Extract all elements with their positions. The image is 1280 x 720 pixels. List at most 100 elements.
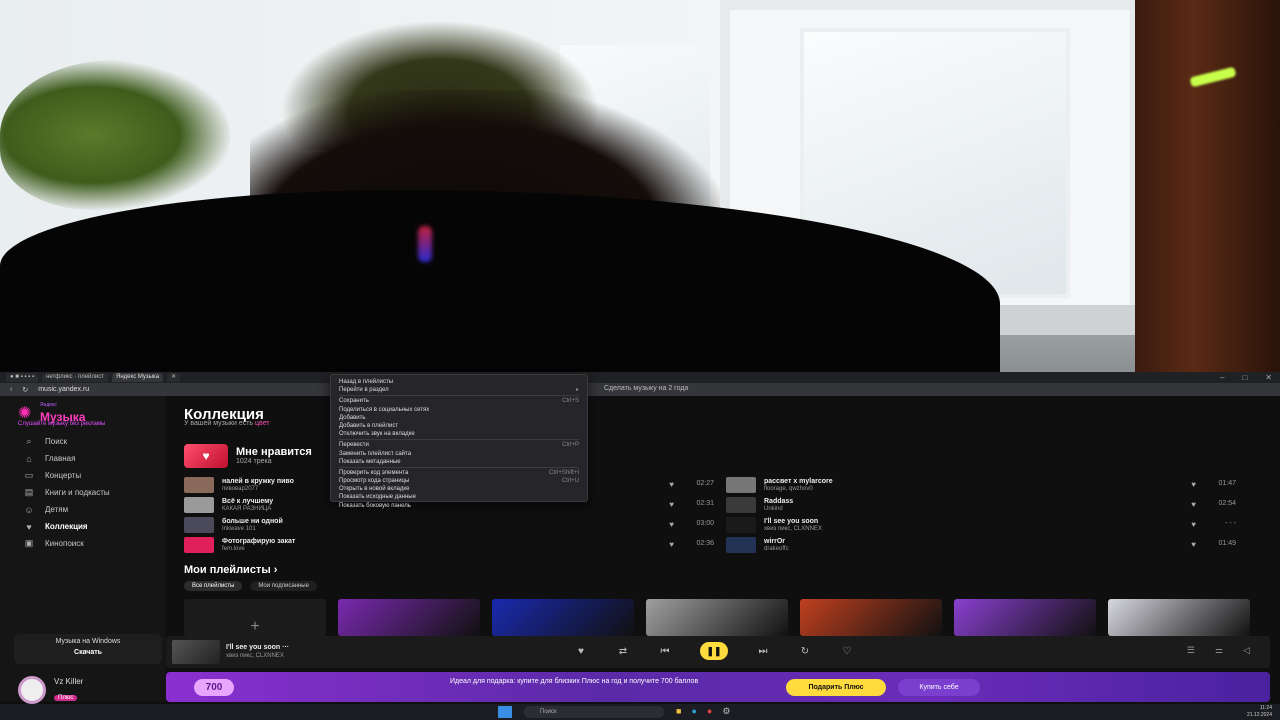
like-icon[interactable]: ♥ — [1191, 520, 1196, 529]
start-button[interactable] — [498, 706, 512, 718]
tab-all-playlists[interactable]: Все плейлисты — [184, 581, 243, 591]
context-menu-item[interactable]: Показать боковую панель — [339, 502, 579, 510]
context-menu-item[interactable]: Открыть в новой вкладке — [339, 485, 579, 493]
playlist-card[interactable] — [800, 599, 942, 636]
browser-icon[interactable]: ● — [707, 706, 712, 717]
folder-icon[interactable]: ■ — [676, 706, 681, 717]
queue-icon[interactable]: ☰ — [1187, 645, 1195, 656]
previous-icon[interactable]: ⏮ — [658, 646, 672, 657]
track-row[interactable]: I'll see you soon хвиз пикс, CLXNNEX ♥ - - … — [726, 515, 1236, 535]
track-title[interactable]: wirrOr — [764, 538, 789, 546]
buy-self-button[interactable]: Купить себе — [898, 679, 980, 696]
track-cover[interactable] — [726, 537, 756, 553]
track-title[interactable]: Фотографирую закат — [222, 538, 295, 546]
track-row[interactable]: Фотографирую закат fem.love ♥ 02:36 — [184, 535, 714, 555]
track-artist[interactable]: Inkwave 101 — [222, 526, 283, 533]
context-menu-item[interactable]: Заменить плейлист сайта — [339, 450, 579, 458]
playlist-card[interactable] — [492, 599, 634, 636]
like-icon[interactable]: ♡ — [840, 646, 854, 657]
context-menu-item[interactable]: Отключить звук на вкладке — [339, 430, 579, 438]
user-profile[interactable]: Vz Killer Плюс — [18, 676, 83, 704]
like-icon[interactable]: ♥ — [1191, 480, 1196, 489]
subtitle-accent[interactable]: цвет — [255, 420, 270, 427]
track-cover[interactable] — [184, 537, 214, 553]
playlist-card[interactable] — [646, 599, 788, 636]
track-row[interactable]: Raddass Unkind ♥ 02:54 — [726, 495, 1236, 515]
browser-tab-active[interactable]: Яндекс Музыка — [112, 373, 164, 382]
pause-button[interactable]: ❚❚ — [700, 642, 728, 660]
url-field[interactable]: music.yandex.ru — [38, 386, 89, 393]
sidebar-item-film[interactable]: ▣ Кинопоиск — [22, 538, 110, 549]
maximize-icon[interactable]: □ — [1242, 373, 1247, 382]
sidebar-item-book[interactable]: ▤ Книги и подкасты — [22, 487, 110, 498]
next-icon[interactable]: ⏭ — [756, 646, 770, 657]
like-icon[interactable]: ♥ — [1191, 500, 1196, 509]
sidebar-item-home[interactable]: ⌂ Главная — [22, 453, 110, 464]
track-row[interactable]: рассвет x mylarcore floorage, qwzhov0 ♥ 01:… — [726, 475, 1236, 495]
taskbar-search[interactable]: Поиск — [524, 706, 664, 718]
track-title[interactable]: налей в кружку пиво — [222, 478, 294, 486]
context-menu-item[interactable]: Показать метаданные — [339, 458, 579, 466]
dislike-icon[interactable]: ♥ — [574, 646, 588, 657]
like-icon[interactable]: ♥ — [669, 540, 674, 549]
track-cover[interactable] — [726, 497, 756, 513]
avatar[interactable] — [18, 676, 46, 704]
like-icon[interactable]: ♥ — [669, 480, 674, 489]
more-icon[interactable]: ··· — [282, 644, 289, 651]
track-row[interactable]: wirrOr drakeoffc ♥ 01:49 — [726, 535, 1236, 555]
liked-cover[interactable]: ♥ — [184, 444, 228, 468]
tab-subscribed[interactable]: Мои подписанные — [250, 581, 317, 591]
settings-icon[interactable]: ⚙ — [722, 706, 730, 717]
track-cover[interactable] — [726, 517, 756, 533]
track-title[interactable]: больше ни одной — [222, 518, 283, 526]
track-title[interactable]: рассвет x mylarcore — [764, 478, 833, 486]
context-menu-item[interactable]: Сохранить Ctrl+S — [339, 397, 579, 405]
track-artist[interactable]: floorage, qwzhov0 — [764, 486, 833, 493]
context-menu-item[interactable]: Просмотр кода страницы Ctrl+U — [339, 477, 579, 485]
context-menu-item[interactable]: Добавить в плейлист — [339, 422, 579, 430]
context-menu-item[interactable]: Проверить код элемента Ctrl+Shift+I — [339, 469, 579, 477]
track-row[interactable]: больше ни одной Inkwave 101 ♥ 03:00 — [184, 515, 714, 535]
browser-tab[interactable]: нетфликс · плейлист — [42, 373, 109, 382]
track-title[interactable]: Всё к лучшему — [222, 498, 273, 506]
add-playlist-button[interactable]: + — [184, 599, 326, 636]
now-playing-artist[interactable]: хвиз пикс, CLXNNEX — [226, 653, 284, 659]
context-menu-item[interactable]: Назад в плейлисты — [339, 378, 579, 386]
like-icon[interactable]: ♥ — [669, 520, 674, 529]
repeat-icon[interactable]: ↻ — [798, 646, 812, 657]
track-artist[interactable]: Unkind — [764, 506, 793, 513]
track-title[interactable]: I'll see you soon — [764, 518, 822, 526]
track-artist[interactable]: КАКАЯ РАЗНИЦА — [222, 506, 273, 513]
shuffle-icon[interactable]: ⇄ — [616, 646, 630, 657]
sidebar-item-kids[interactable]: ☺ Детям — [22, 504, 110, 515]
reload-icon[interactable]: ↻ — [22, 386, 28, 394]
sidebar-item-ticket[interactable]: ▭ Концерты — [22, 470, 110, 481]
back-icon[interactable]: ‹ — [10, 386, 12, 393]
context-menu-item[interactable]: Перевести Ctrl+P — [339, 441, 579, 449]
track-artist[interactable]: пивовар2077 — [222, 486, 294, 493]
minimize-icon[interactable]: – — [1220, 373, 1224, 382]
equalizer-icon[interactable]: ⚌ — [1215, 645, 1223, 656]
track-cover[interactable] — [184, 477, 214, 493]
playlist-card[interactable] — [954, 599, 1096, 636]
like-icon[interactable]: ♥ — [669, 500, 674, 509]
context-menu-item[interactable]: Перейти в раздел ▸ — [339, 386, 579, 394]
sidebar-item-search[interactable]: ⌕ Поиск — [22, 436, 110, 447]
like-icon[interactable]: ♥ — [1191, 540, 1196, 549]
sidebar-item-heart[interactable]: ♥ Коллекция — [22, 521, 110, 532]
browser-tab-close[interactable]: ✕ — [167, 373, 181, 382]
edge-icon[interactable]: ● — [691, 706, 696, 717]
playlist-card[interactable] — [1108, 599, 1250, 636]
playlists-title[interactable]: Мои плейлисты › — [184, 564, 277, 576]
download-button[interactable]: Скачать — [14, 649, 162, 656]
track-cover[interactable] — [184, 517, 214, 533]
track-cover[interactable] — [726, 477, 756, 493]
close-icon[interactable]: ✕ — [1265, 373, 1272, 382]
context-menu-item[interactable]: Поделиться в социальных сетях — [339, 406, 579, 414]
track-title[interactable]: Raddass — [764, 498, 793, 506]
gift-plus-button[interactable]: Подарить Плюс — [786, 679, 886, 696]
browser-tab[interactable]: ● ■ ▪ ▪ ▪ ▪ — [6, 373, 39, 382]
context-menu-item[interactable]: Добавить — [339, 414, 579, 422]
playlist-card[interactable] — [338, 599, 480, 636]
now-playing-title[interactable]: I'll see you soon ··· — [226, 644, 289, 651]
